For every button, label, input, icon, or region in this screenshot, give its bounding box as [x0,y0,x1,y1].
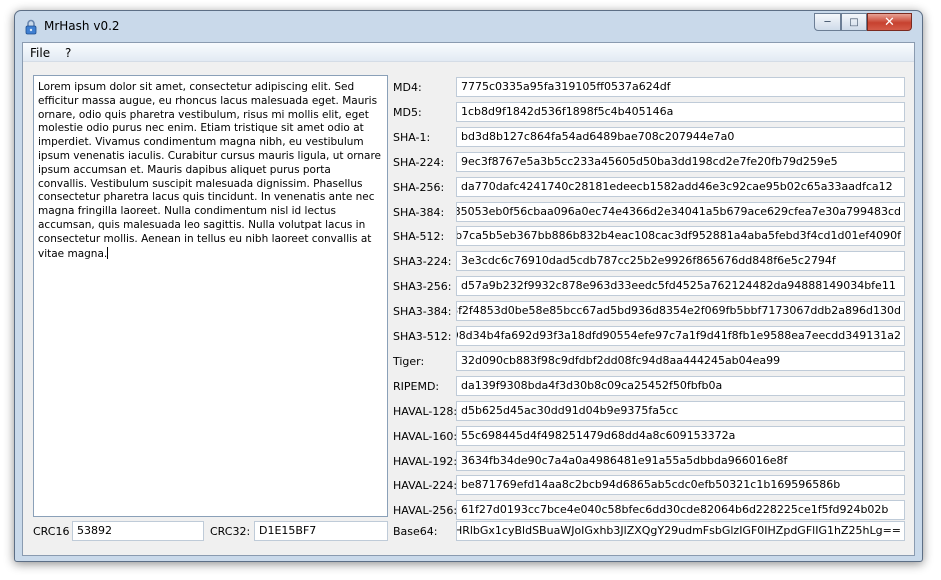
hash-value: 9ec3f8767e5a3b5cc233a45605d50ba3dd198cd2… [461,154,838,168]
hash-value-field[interactable]: 1cb8d9f1842d536f1898f5c4b405146a [456,101,905,122]
window-title: MrHash v0.2 [44,19,120,33]
hash-value: d57a9b232f9932c878e963d33eedc5fd4525a762… [461,279,896,293]
hash-value: 32d090cb883f98c9dfdbf2dd08fc94d8aa444245… [461,353,781,367]
hash-value-field[interactable]: 32d090cb883f98c9dfdbf2dd08fc94d8aa444245… [456,350,905,371]
hash-value: da770dafc4241740c28181edeecb1582add46e3c… [461,179,893,193]
hash-label: SHA3-512: [393,330,452,343]
input-text: Lorem ipsum dolor sit amet, consectetur … [38,81,382,260]
hash-label: HAVAL-192: [393,454,458,468]
hash-label: Tiger: [393,354,425,368]
hash-label: RIPEMD: [393,379,440,393]
hash-value: 3634fb34de90c7a4a0a4986481e91a55a5dbbda9… [461,453,788,467]
crc32-label: CRC32: [210,525,251,538]
hash-value: bead0b5b6485053eb0f56cbaa096a0ec74e4366d… [457,204,901,218]
hash-value: 3e3cdc6c76910dad5cdb787cc25b2e9926f86567… [461,254,836,268]
close-icon: ✕ [884,14,895,30]
crc16-field[interactable]: 53892 [72,521,204,541]
hash-label: SHA3-384: [393,305,452,319]
menu-help[interactable]: ? [65,46,71,60]
hash-value: 705ef726868f2f4853d0be58e85bcc67ad5bd936… [457,304,901,318]
close-button[interactable]: ✕ [867,13,912,31]
hash-label: HAVAL-160: [393,429,458,443]
hash-value-field[interactable]: 61f27d0193cc7bce4e040c58bfec6dd30cde8206… [456,500,905,521]
hash-value-field[interactable]: bead0b5b6485053eb0f56cbaa096a0ec74e4366d… [456,201,905,222]
hash-value-field[interactable]: 705ef726868f2f4853d0be58e85bcc67ad5bd936… [456,301,905,322]
hash-label: MD4: [393,81,422,94]
hash-label: SHA3-256: [393,280,452,294]
hash-label: HAVAL-224: [393,479,458,493]
maximize-button[interactable]: □ [841,13,867,31]
hash-value: be871769efd14aa8c2bcb94d6865ab5cdc0efb50… [461,478,841,492]
hash-value-field[interactable]: bd3d8b127c864fa54ad6489bae708c207944e7a0 [456,126,905,147]
hash-value-field[interactable]: be871769efd14aa8c2bcb94d6865ab5cdc0efb50… [456,475,905,496]
base64-value: uZWFuIGluIHRlbGx1cyBldSBuaWJoIGxhb3JlZXQ… [456,524,901,537]
hash-value-field[interactable]: 3e3cdc6c76910dad5cdb787cc25b2e9926f86567… [456,251,905,272]
hash-value-field[interactable]: 55c698445d4f498251479d68dd4a8c609153372a [456,425,905,446]
client-area: File ? Lorem ipsum dolor sit amet, conse… [22,42,915,556]
hash-label: SHA-1: [393,130,431,144]
minimize-icon: ─ [824,16,831,28]
app-window: MrHash v0.2 ─ □ ✕ File ? Lorem ipsum dol… [14,10,923,562]
hash-value: da139f9308bda4f3d30b8c09ca25452f50fbfb0a [461,378,723,392]
hash-value: d5b625d45ac30dd91d04b9e9375fa5cc [461,403,679,417]
base64-field[interactable]: uZWFuIGluIHRlbGx1cyBldSBuaWJoIGxhb3JlZXQ… [456,521,905,541]
hash-value-field[interactable]: d5b625d45ac30dd91d04b9e9375fa5cc [456,400,905,421]
hash-value: bd3d8b127c864fa54ad6489bae708c207944e7a0 [461,129,735,143]
hash-value: 12d1f1665eb7ca5b5eb367bb886b832b4eac108c… [457,229,901,243]
hash-value-field[interactable]: 9ec3f8767e5a3b5cc233a45605d50ba3dd198cd2… [456,151,905,172]
hash-value-field[interactable]: 7775c0335a95fa319105ff0537a624df [456,77,905,97]
lock-icon [25,19,37,35]
hash-value-field[interactable]: d57a9b232f9932c878e963d33eedc5fd4525a762… [456,276,905,297]
minimize-button[interactable]: ─ [814,13,841,31]
hash-value: 7775c0335a95fa319105ff0537a624df [461,80,671,93]
hash-label: SHA-512: [393,230,445,244]
text-caret [107,246,109,259]
hash-label: SHA3-224: [393,255,452,269]
hash-value-field[interactable]: 3634fb34de90c7a4a0a4986481e91a55a5dbbda9… [456,450,905,471]
hash-value: 1cb8d9f1842d536f1898f5c4b405146a [461,104,674,118]
hash-label: SHA-224: [393,155,445,169]
crc32-field[interactable]: D1E15BF7 [254,521,388,541]
hash-label: HAVAL-128: [393,404,458,418]
base64-label: Base64: [393,525,438,538]
hash-value-field[interactable]: da139f9308bda4f3d30b8c09ca25452f50fbfb0a [456,375,905,396]
hash-label: MD5: [393,105,422,119]
hash-label: HAVAL-256: [393,504,458,518]
hash-label: SHA-384: [393,205,445,219]
crc16-label: CRC16 [33,525,70,538]
menu-file[interactable]: File [30,46,50,60]
hash-value-field[interactable]: da770dafc4241740c28181edeecb1582add46e3c… [456,176,905,197]
hash-value-field[interactable]: 12d1f1665eb7ca5b5eb367bb886b832b4eac108c… [456,226,905,247]
maximize-icon: □ [849,16,859,28]
hash-value-field[interactable]: 517b7581b98d34b4fa692d93f3a18dfd90554efe… [456,326,905,346]
hash-value: 61f27d0193cc7bce4e040c58bfec6dd30cde8206… [461,503,889,517]
hash-value: 55c698445d4f498251479d68dd4a8c609153372a [461,428,736,442]
input-text-area[interactable]: Lorem ipsum dolor sit amet, consectetur … [33,75,388,517]
hash-label: SHA-256: [393,180,445,194]
hash-value: 517b7581b98d34b4fa692d93f3a18dfd90554efe… [456,329,901,342]
menu-bar: File ? [23,43,914,62]
title-bar[interactable]: MrHash v0.2 ─ □ ✕ [15,11,922,41]
